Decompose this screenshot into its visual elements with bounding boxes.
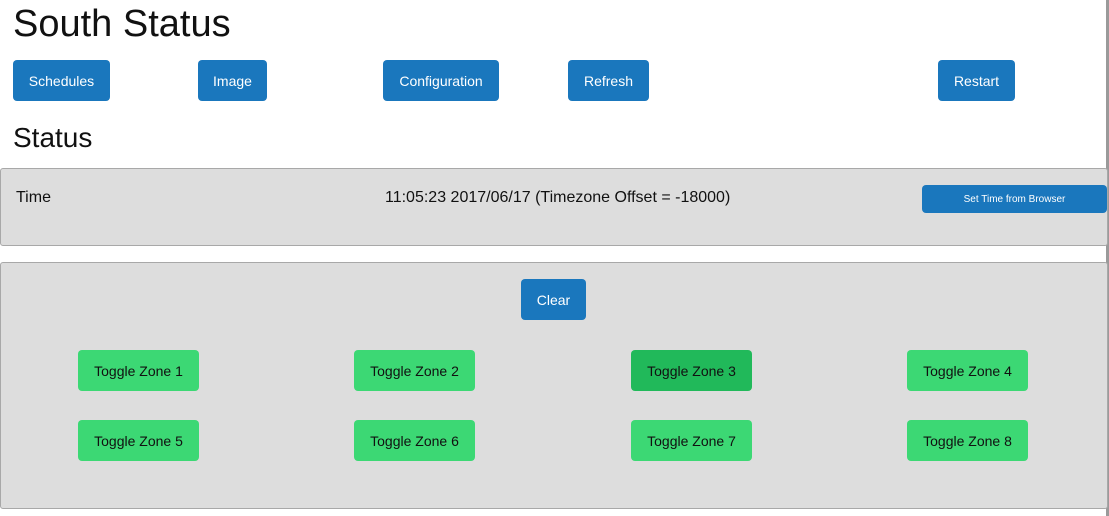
clear-button[interactable]: Clear <box>521 279 586 320</box>
toggle-zone-5-button[interactable]: Toggle Zone 5 <box>78 420 199 461</box>
toggle-zone-8-button[interactable]: Toggle Zone 8 <box>907 420 1028 461</box>
restart-button[interactable]: Restart <box>938 60 1015 101</box>
time-label: Time <box>16 189 51 206</box>
toggle-zone-6-button[interactable]: Toggle Zone 6 <box>354 420 475 461</box>
set-time-from-browser-button[interactable]: Set Time from Browser <box>922 185 1107 213</box>
page-title: South Status <box>13 3 231 45</box>
time-value: 11:05:23 2017/06/17 (Timezone Offset = -… <box>385 189 731 206</box>
toggle-zone-7-button[interactable]: Toggle Zone 7 <box>631 420 752 461</box>
status-heading: Status <box>13 122 93 153</box>
image-button[interactable]: Image <box>198 60 267 101</box>
schedules-button[interactable]: Schedules <box>13 60 110 101</box>
time-panel: Time 11:05:23 2017/06/17 (Timezone Offse… <box>0 168 1108 246</box>
toggle-zone-4-button[interactable]: Toggle Zone 4 <box>907 350 1028 391</box>
configuration-button[interactable]: Configuration <box>383 60 499 101</box>
toggle-zone-3-button[interactable]: Toggle Zone 3 <box>631 350 752 391</box>
toggle-zone-2-button[interactable]: Toggle Zone 2 <box>354 350 475 391</box>
zone-panel: Clear Toggle Zone 1 Toggle Zone 2 Toggle… <box>0 262 1108 509</box>
toggle-zone-1-button[interactable]: Toggle Zone 1 <box>78 350 199 391</box>
refresh-button[interactable]: Refresh <box>568 60 649 101</box>
page: South Status Schedules Image Configurati… <box>0 0 1109 516</box>
